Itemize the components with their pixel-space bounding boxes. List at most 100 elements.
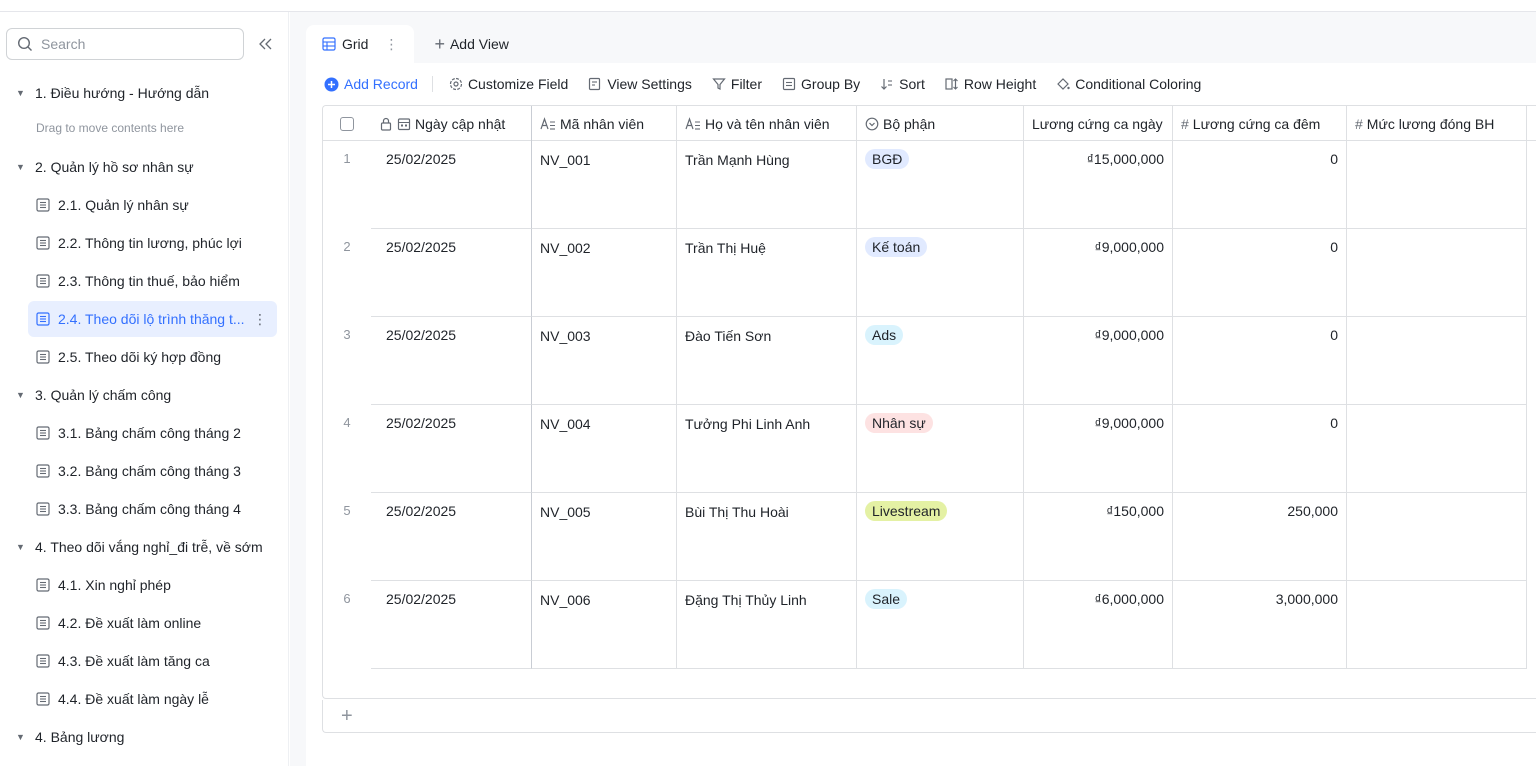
group-by-button[interactable]: Group By bbox=[782, 76, 860, 92]
cell-insurance-salary[interactable] bbox=[1347, 581, 1527, 669]
nav-group-cham-cong[interactable]: ▼ 3. Quản lý chấm công bbox=[0, 377, 289, 413]
cell-employee-id[interactable]: NV_001 bbox=[532, 141, 677, 229]
nav-item-cham-cong-thang-3[interactable]: 3.2. Bảng chấm công tháng 3 bbox=[0, 453, 289, 489]
header-bo-phan[interactable]: Bộ phận bbox=[857, 106, 1024, 141]
cell-date[interactable]: 25/02/2025 bbox=[371, 141, 532, 229]
cell-day-salary[interactable]: ₫9,000,000 bbox=[1024, 405, 1173, 493]
cell-department[interactable]: Sale bbox=[857, 581, 1024, 669]
add-record-button[interactable]: Add Record bbox=[324, 76, 418, 92]
header-muc-luong-bh[interactable]: # Mức lương đóng BH bbox=[1347, 106, 1527, 141]
cell-night-salary[interactable]: 3,000,000 bbox=[1173, 581, 1347, 669]
table-icon bbox=[36, 198, 50, 212]
header-ho-ten[interactable]: Họ và tên nhân viên bbox=[677, 106, 857, 141]
cell-department[interactable]: Livestream bbox=[857, 493, 1024, 581]
cell-department[interactable]: Ads bbox=[857, 317, 1024, 405]
nav-item-quan-ly-nhan-su[interactable]: 2.1. Quản lý nhân sự bbox=[0, 187, 289, 223]
table-row[interactable]: 1 25/02/2025 NV_001 Trần Mạnh Hùng BGĐ ₫… bbox=[323, 141, 1536, 229]
cell-employee-name[interactable]: Trần Mạnh Hùng bbox=[677, 141, 857, 229]
nav-group-vang-nghi[interactable]: ▼ 4. Theo dõi vắng nghỉ_đi trễ, về sớm bbox=[0, 529, 289, 565]
plus-icon: + bbox=[434, 33, 445, 54]
cell-night-salary[interactable]: 0 bbox=[1173, 141, 1347, 229]
table-row[interactable]: 2 25/02/2025 NV_002 Trần Thị Huệ Kế toán… bbox=[323, 229, 1536, 317]
table-row[interactable]: 6 25/02/2025 NV_006 Đặng Thị Thủy Linh S… bbox=[323, 581, 1536, 669]
nav-item-label: 4.2. Đề xuất làm online bbox=[58, 615, 202, 631]
cell-employee-id[interactable]: NV_005 bbox=[532, 493, 677, 581]
cell-employee-name[interactable]: Đào Tiến Sơn bbox=[677, 317, 857, 405]
sort-button[interactable]: Sort bbox=[880, 76, 925, 92]
collapse-sidebar-icon[interactable] bbox=[256, 34, 276, 54]
cell-night-salary[interactable]: 0 bbox=[1173, 405, 1347, 493]
add-row-button[interactable]: + bbox=[322, 700, 1536, 733]
cell-day-salary[interactable]: ₫150,000 bbox=[1024, 493, 1173, 581]
add-view-button[interactable]: + Add View bbox=[434, 34, 508, 55]
cell-employee-id[interactable]: NV_002 bbox=[532, 229, 677, 317]
cell-insurance-salary[interactable] bbox=[1347, 317, 1527, 405]
table-icon bbox=[36, 654, 50, 668]
cell-insurance-salary[interactable] bbox=[1347, 493, 1527, 581]
row-height-button[interactable]: Row Height bbox=[945, 76, 1036, 92]
nav-item-thong-tin-luong[interactable]: 2.2. Thông tin lương, phúc lợi bbox=[0, 225, 289, 261]
nav-item-xin-nghi-phep[interactable]: 4.1. Xin nghỉ phép bbox=[0, 567, 289, 603]
table-row[interactable]: 3 25/02/2025 NV_003 Đào Tiến Sơn Ads ₫9,… bbox=[323, 317, 1536, 405]
cell-employee-id[interactable]: NV_006 bbox=[532, 581, 677, 669]
more-options-icon[interactable]: ⋮ bbox=[253, 311, 267, 328]
header-ma-nhan-vien[interactable]: Mã nhân viên bbox=[532, 106, 677, 141]
nav-group-bang-luong[interactable]: ▼ 4. Bảng lương bbox=[0, 719, 289, 755]
select-all-checkbox[interactable] bbox=[340, 116, 354, 131]
caret-down-icon[interactable]: ▼ bbox=[16, 542, 26, 552]
cell-employee-name[interactable]: Trần Thị Huệ bbox=[677, 229, 857, 317]
header-luong-ca-ngay[interactable]: Lương cứng ca ngày bbox=[1024, 106, 1173, 141]
cell-insurance-salary[interactable] bbox=[1347, 141, 1527, 229]
cell-employee-name[interactable]: Bùi Thị Thu Hoài bbox=[677, 493, 857, 581]
cell-insurance-salary[interactable] bbox=[1347, 405, 1527, 493]
header-ngay-cap-nhat[interactable]: Ngày cập nhật bbox=[371, 106, 532, 141]
caret-down-icon[interactable]: ▼ bbox=[16, 732, 26, 742]
tab-more-icon[interactable]: ⋮ bbox=[384, 36, 398, 53]
cell-date[interactable]: 25/02/2025 bbox=[371, 317, 532, 405]
cell-employee-id[interactable]: NV_003 bbox=[532, 317, 677, 405]
cell-date[interactable]: 25/02/2025 bbox=[371, 493, 532, 581]
nav-item-tang-ca[interactable]: 4.3. Đề xuất làm tăng ca bbox=[0, 643, 289, 679]
conditional-coloring-button[interactable]: Conditional Coloring bbox=[1056, 76, 1201, 92]
cell-employee-id[interactable]: NV_004 bbox=[532, 405, 677, 493]
table-row[interactable]: 5 25/02/2025 NV_005 Bùi Thị Thu Hoài Liv… bbox=[323, 493, 1536, 581]
cell-department[interactable]: BGĐ bbox=[857, 141, 1024, 229]
nav-item-lo-trinh-thang-tien[interactable]: 2.4. Theo dõi lộ trình thăng t... ⋮ bbox=[28, 301, 277, 337]
caret-down-icon[interactable]: ▼ bbox=[16, 162, 26, 172]
department-tag: Sale bbox=[865, 589, 908, 609]
nav-item-ky-hop-dong[interactable]: 2.5. Theo dõi ký hợp đồng bbox=[0, 339, 289, 375]
cell-employee-name[interactable]: Tưởng Phi Linh Anh bbox=[677, 405, 857, 493]
nav-item-lam-online[interactable]: 4.2. Đề xuất làm online bbox=[0, 605, 289, 641]
cell-day-salary[interactable]: ₫9,000,000 bbox=[1024, 317, 1173, 405]
cell-day-salary[interactable]: ₫6,000,000 bbox=[1024, 581, 1173, 669]
cell-date[interactable]: 25/02/2025 bbox=[371, 229, 532, 317]
nav-item-cham-cong-thang-2[interactable]: 3.1. Bảng chấm công tháng 2 bbox=[0, 415, 289, 451]
caret-down-icon[interactable]: ▼ bbox=[16, 390, 26, 400]
nav-item-thong-tin-thue[interactable]: 2.3. Thông tin thuế, bảo hiểm bbox=[0, 263, 289, 299]
cell-department[interactable]: Nhân sự bbox=[857, 405, 1024, 493]
view-settings-button[interactable]: View Settings bbox=[588, 76, 692, 92]
cell-department[interactable]: Kế toán bbox=[857, 229, 1024, 317]
cell-date[interactable]: 25/02/2025 bbox=[371, 405, 532, 493]
customize-field-button[interactable]: Customize Field bbox=[449, 76, 568, 92]
nav-item-cham-cong-thang-4[interactable]: 3.3. Bảng chấm công tháng 4 bbox=[0, 491, 289, 527]
filter-button[interactable]: Filter bbox=[712, 76, 762, 92]
nav-item-ngay-le[interactable]: 4.4. Đề xuất làm ngày lễ bbox=[0, 681, 289, 717]
cell-day-salary[interactable]: ₫9,000,000 bbox=[1024, 229, 1173, 317]
cell-night-salary[interactable]: 250,000 bbox=[1173, 493, 1347, 581]
table-row[interactable]: 4 25/02/2025 NV_004 Tưởng Phi Linh Anh N… bbox=[323, 405, 1536, 493]
table-icon bbox=[36, 692, 50, 706]
search-box[interactable] bbox=[6, 28, 244, 60]
cell-night-salary[interactable]: 0 bbox=[1173, 317, 1347, 405]
cell-date[interactable]: 25/02/2025 bbox=[371, 581, 532, 669]
nav-group-ho-so-nhan-su[interactable]: ▼ 2. Quản lý hồ sơ nhân sự bbox=[0, 149, 289, 185]
header-luong-ca-dem[interactable]: # Lương cứng ca đêm bbox=[1173, 106, 1347, 141]
search-input[interactable] bbox=[41, 36, 221, 52]
nav-group-dieu-huong[interactable]: ▼ 1. Điều hướng - Hướng dẫn bbox=[0, 75, 289, 111]
cell-employee-name[interactable]: Đặng Thị Thủy Linh bbox=[677, 581, 857, 669]
tab-grid[interactable]: Grid ⋮ bbox=[306, 25, 415, 63]
cell-night-salary[interactable]: 0 bbox=[1173, 229, 1347, 317]
cell-day-salary[interactable]: ₫15,000,000 bbox=[1024, 141, 1173, 229]
caret-down-icon[interactable]: ▼ bbox=[16, 88, 26, 98]
cell-insurance-salary[interactable] bbox=[1347, 229, 1527, 317]
